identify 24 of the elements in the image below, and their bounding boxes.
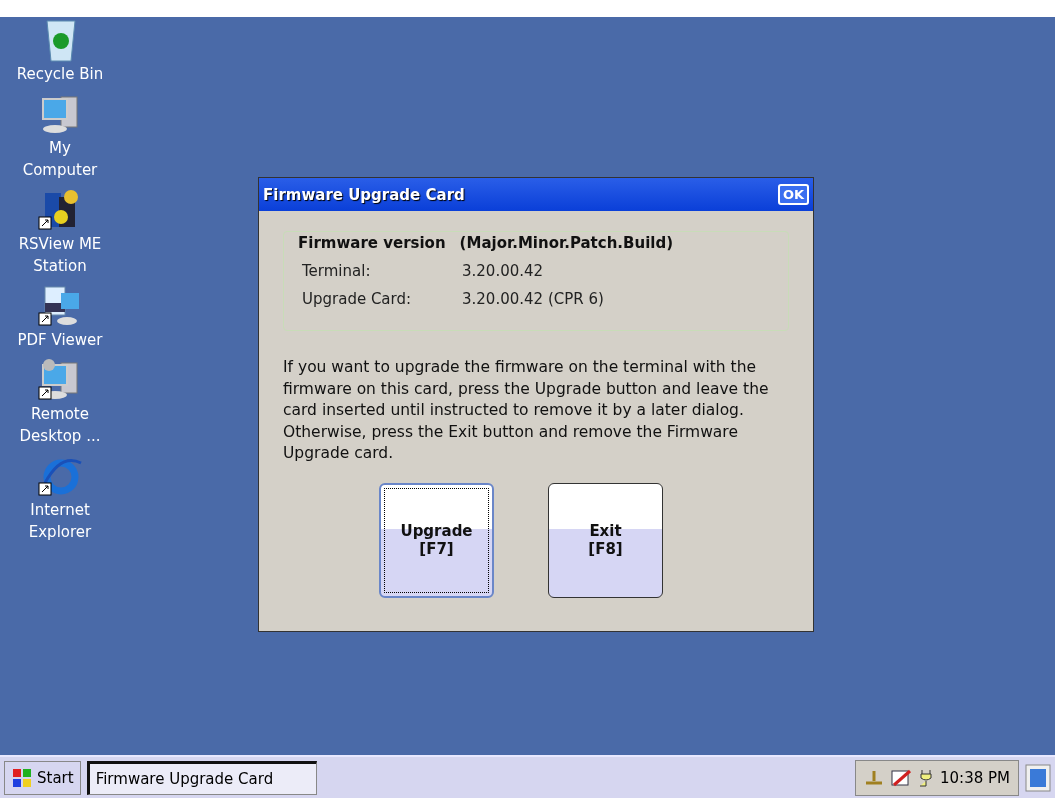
version-label: Terminal:	[302, 262, 372, 280]
clock[interactable]: 10:38 PM	[940, 768, 1010, 787]
ok-button[interactable]: OK	[777, 184, 809, 205]
version-value: 3.20.00.42	[462, 262, 545, 280]
version-value: 3.20.00.42 (CPR 6)	[462, 290, 605, 308]
desktop-icon-label[interactable]: Internet Explorer	[10, 499, 110, 543]
windows-flag-icon	[11, 766, 33, 789]
pen-window-icon[interactable]	[890, 768, 912, 787]
desktop-icon-label[interactable]: PDF Viewer	[17, 329, 103, 351]
desktop-switch-icon[interactable]	[1025, 763, 1051, 792]
power-plug-icon[interactable]	[918, 767, 934, 788]
group-heading: Firmware version	[298, 234, 446, 252]
version-format: (Major.Minor.Patch.Build)	[459, 234, 674, 252]
desktop-icon-label[interactable]: Recycle Bin	[16, 63, 104, 85]
dialog-button[interactable]: Upgrade [F7]	[379, 482, 494, 598]
desktop-icon-label[interactable]: Remote Desktop ...	[10, 403, 110, 447]
start-button[interactable]: Start	[4, 760, 81, 795]
instruction-text: If you want to upgrade the firmware on the terminal with the firmware on this card, press the Upgrade button and leave the card inserted until instructed to remove it by a later dialog. Otherwise, press the Exit button and remove the Firmware Upgrade card.	[283, 357, 770, 464]
taskbar-task-button[interactable]: Firmware Upgrade Card	[86, 760, 317, 795]
version-label: Upgrade Card:	[302, 290, 413, 308]
desktop-icon-label[interactable]: My Computer	[10, 137, 110, 181]
dialog-title: Firmware Upgrade Card	[263, 185, 465, 204]
dialog-button[interactable]: Exit [F8]	[548, 482, 663, 598]
desktop-icon-label[interactable]: RSView ME Station	[10, 233, 110, 277]
